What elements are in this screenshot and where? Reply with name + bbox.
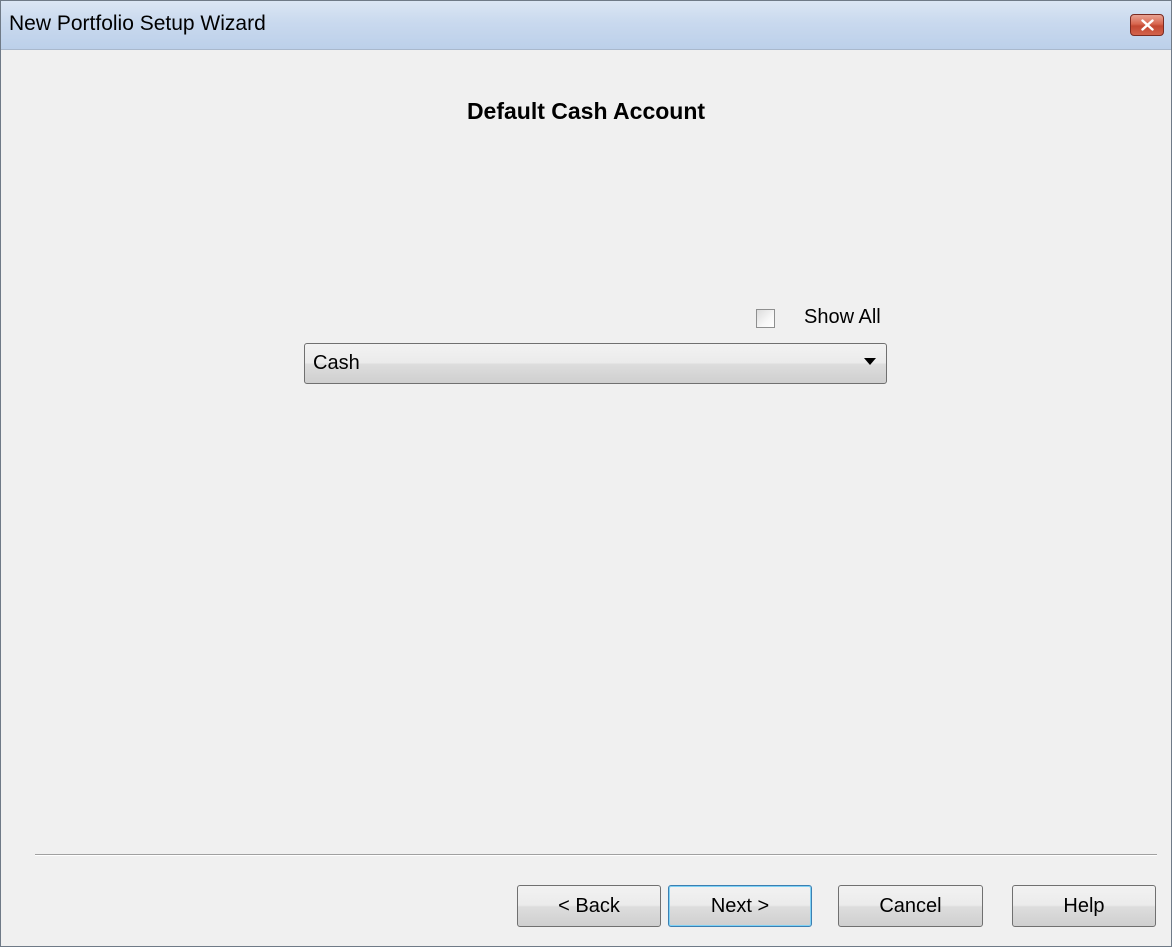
close-button[interactable] — [1130, 14, 1164, 36]
help-button[interactable]: Help — [1012, 885, 1156, 927]
cash-account-value: Cash — [313, 352, 360, 374]
close-icon — [1141, 19, 1154, 31]
cash-account-dropdown[interactable]: Cash — [304, 343, 887, 384]
dropdown-arrow-icon — [864, 358, 876, 365]
show-all-checkbox[interactable] — [756, 309, 775, 328]
page-heading: Default Cash Account — [466, 98, 706, 124]
cancel-button[interactable]: Cancel — [838, 885, 983, 927]
next-button[interactable]: Next > — [668, 885, 812, 927]
show-all-label[interactable]: Show All — [804, 306, 881, 329]
wizard-window: New Portfolio Setup Wizard Default Cash … — [0, 0, 1172, 947]
footer-separator — [35, 854, 1157, 856]
title-bar[interactable]: New Portfolio Setup Wizard — [1, 1, 1171, 50]
back-button[interactable]: < Back — [517, 885, 661, 927]
window-title: New Portfolio Setup Wizard — [9, 12, 266, 35]
